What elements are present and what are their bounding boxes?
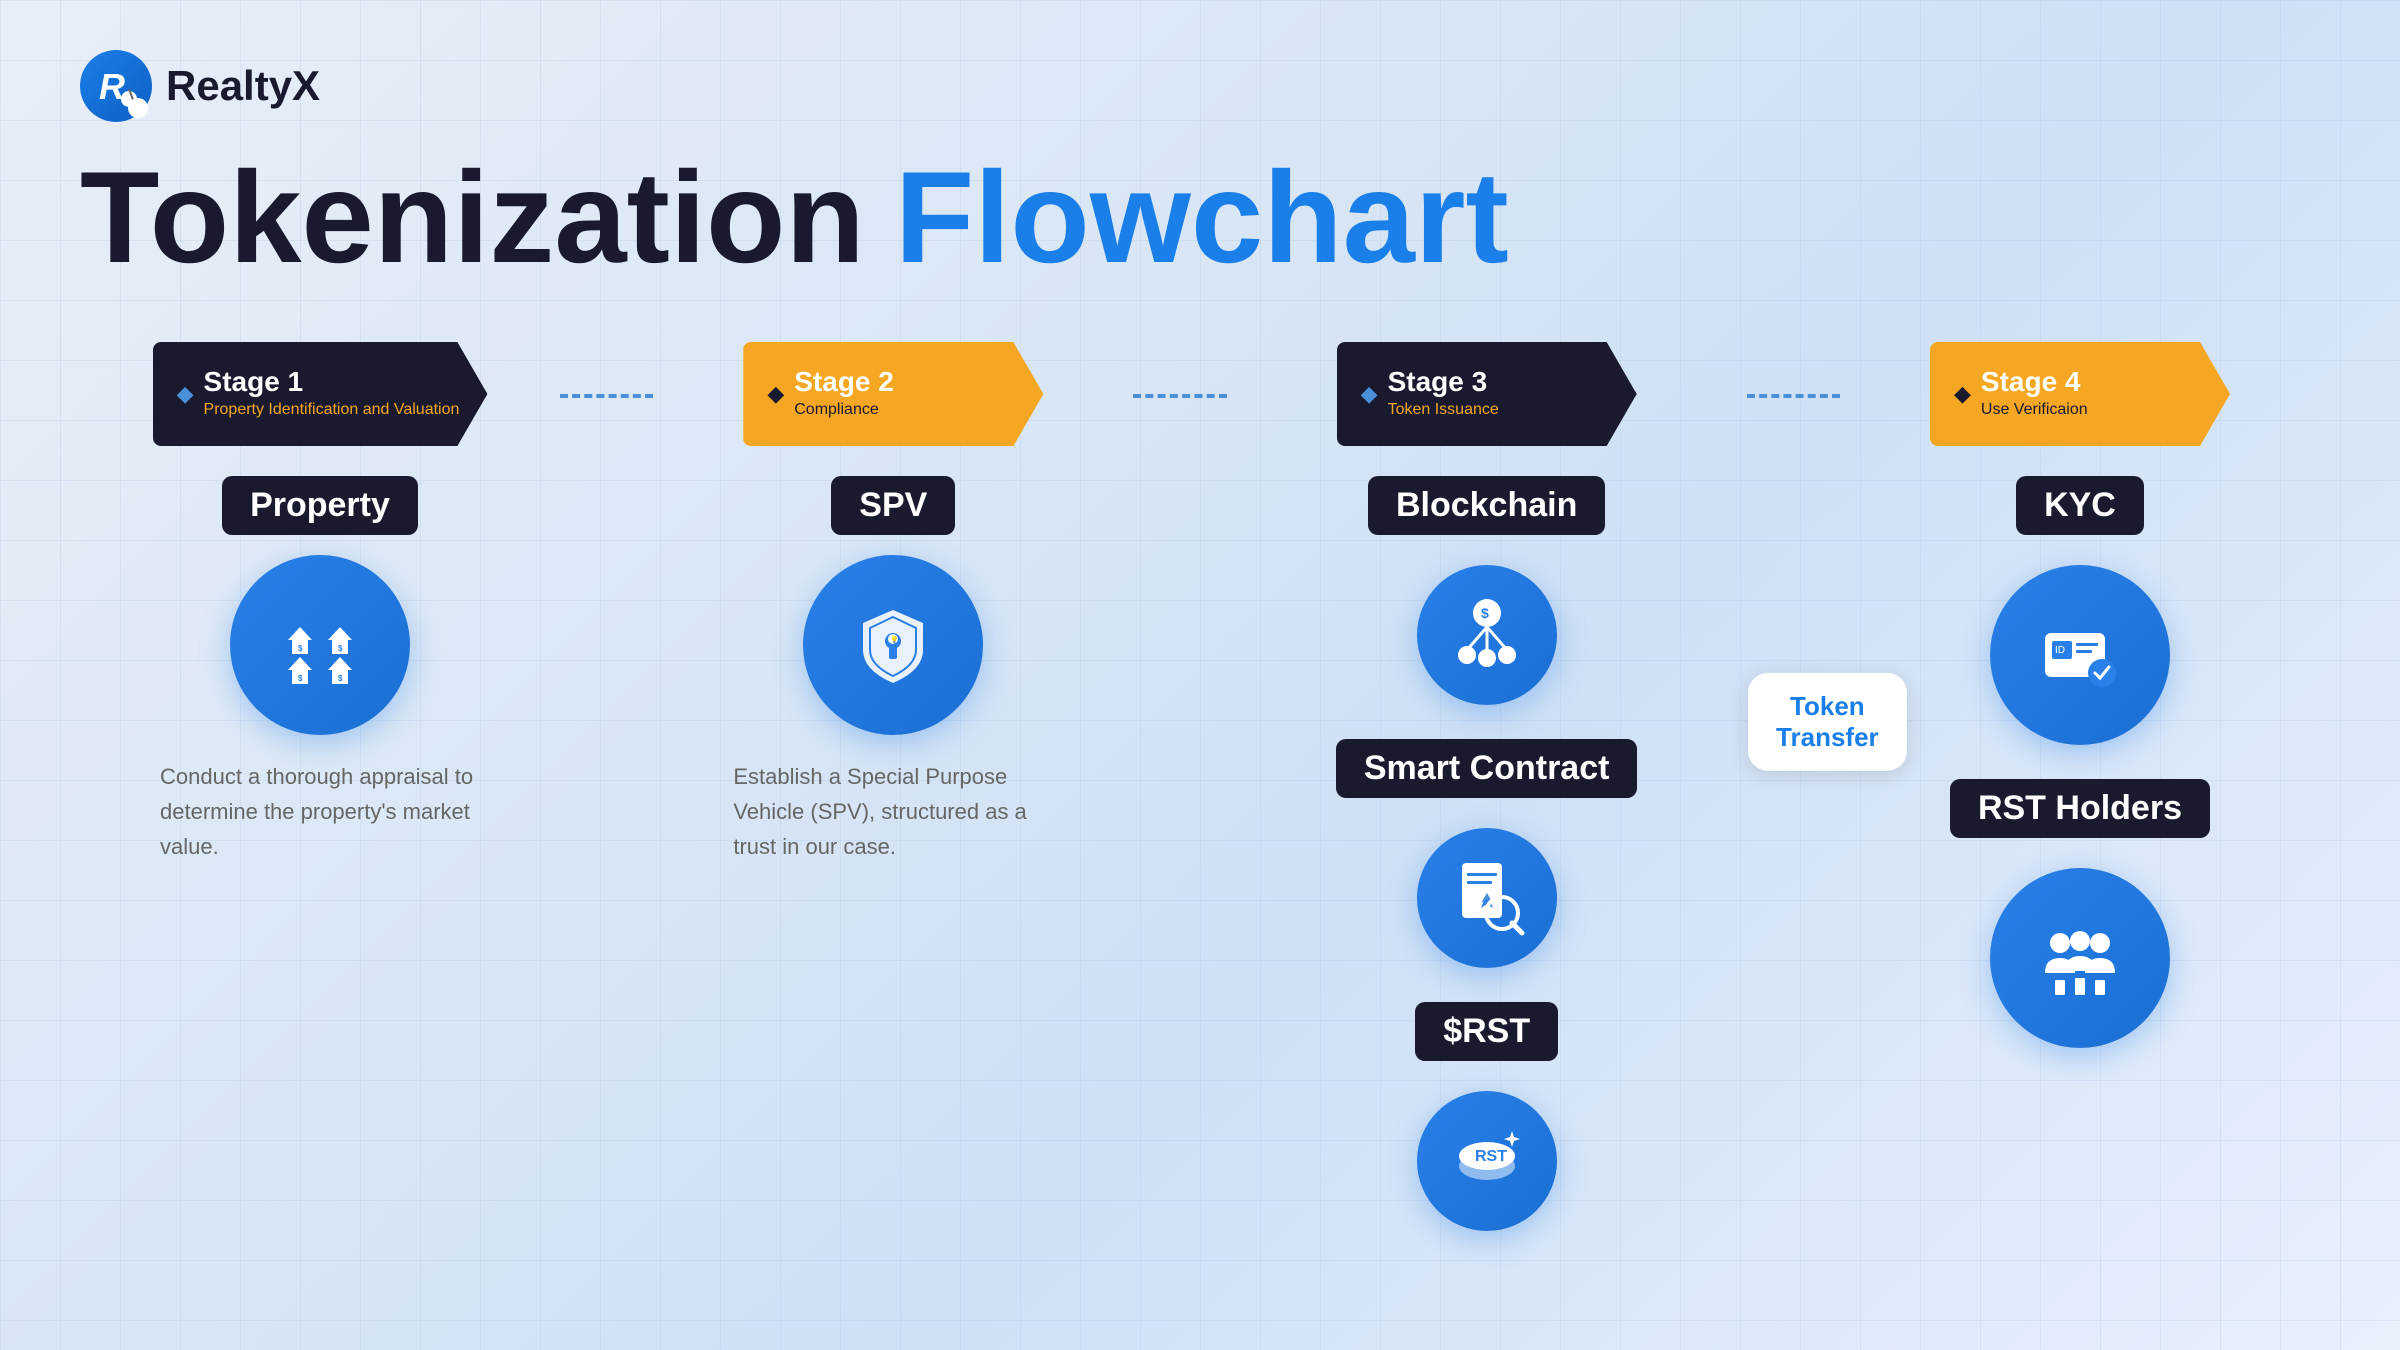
stage2-diamond: ◆ — [767, 381, 784, 407]
stage2-desc: Establish a Special Purpose Vehicle (SPV… — [733, 759, 1053, 865]
logo-icon: R — [80, 50, 152, 122]
stage1-desc: Conduct a thorough appraisal to determin… — [160, 759, 480, 865]
stage3-smartcontract-icon — [1417, 828, 1557, 968]
stage3-blockchain-icon: $ — [1417, 565, 1557, 705]
stage1-badge: ◆ Stage 1 Property Identification and Va… — [153, 342, 488, 446]
stage4-rst-holders-label: RST Holders — [1950, 779, 2210, 838]
stage1-badge-content: Stage 1 Property Identification and Valu… — [204, 368, 460, 419]
stage1-item-label: Property — [222, 476, 418, 535]
stage3-blockchain-label: Blockchain — [1368, 476, 1605, 535]
svg-text:💡: 💡 — [890, 635, 899, 644]
stage1-col: ◆ Stage 1 Property Identification and Va… — [80, 342, 560, 865]
stage1-num: Stage 1 — [204, 368, 460, 396]
stage3-badge-wrapper: ◆ Stage 3 Token Issuance — [1337, 342, 1637, 446]
token-transfer-text: Token Transfer — [1776, 691, 1879, 753]
stage3-items: Blockchain $ Smart Contrac — [1336, 476, 1638, 1255]
stage3-col: ◆ Stage 3 Token Issuance Blockchain $ — [1227, 342, 1747, 1255]
stage2-icon: 💡 — [803, 555, 983, 735]
stage4-sub: Use Verificaion — [1981, 400, 2088, 419]
page: R RealtyX Tokenization Flowchart ◆ Stage… — [0, 0, 2400, 1350]
stage4-kyc-label: KYC — [2016, 476, 2144, 535]
connector3 — [1747, 394, 1840, 398]
stage4-badge-content: Stage 4 Use Verificaion — [1981, 368, 2088, 419]
stage3-diamond: ◆ — [1361, 381, 1378, 407]
stage4-diamond: ◆ — [1954, 381, 1971, 407]
stage2-sub: Compliance — [794, 400, 894, 419]
stage4-items: KYC ID RST Holders — [1950, 476, 2210, 1072]
stage4-col: ◆ Stage 4 Use Verificaion KYC ID — [1840, 342, 2320, 1072]
stage4-rst-holders-icon — [1990, 868, 2170, 1048]
svg-text:R: R — [99, 66, 125, 107]
stage3-smartcontract-label: Smart Contract — [1336, 739, 1638, 798]
svg-text:$: $ — [298, 644, 303, 653]
token-transfer-bubble: Token Transfer — [1748, 673, 1907, 771]
svg-text:RST: RST — [1475, 1148, 1507, 1165]
stage3-num: Stage 3 — [1388, 368, 1499, 396]
stage1-badge-wrapper: ◆ Stage 1 Property Identification and Va… — [153, 342, 488, 446]
stage2-badge: ◆ Stage 2 Compliance — [743, 342, 1043, 446]
stage2-col: ◆ Stage 2 Compliance SPV — [653, 342, 1133, 865]
stage3-badge-content: Stage 3 Token Issuance — [1388, 368, 1499, 419]
svg-text:ID: ID — [2055, 645, 2065, 656]
stage2-item-label: SPV — [831, 476, 955, 535]
svg-text:$: $ — [338, 644, 343, 653]
logo-name: RealtyX — [166, 62, 320, 110]
stage3-rst-label: $RST — [1415, 1002, 1558, 1061]
stage3-rst-icon: RST — [1417, 1091, 1557, 1231]
connector1 — [560, 394, 653, 398]
title-part1: Tokenization — [80, 152, 865, 282]
title-part2: Flowchart — [895, 152, 1509, 282]
logo: R RealtyX — [80, 50, 2320, 122]
stage4-num: Stage 4 — [1981, 368, 2088, 396]
stage1-icon: $ $ $ $ — [230, 555, 410, 735]
flowchart: ◆ Stage 1 Property Identification and Va… — [80, 342, 2320, 1255]
stage1-sub: Property Identification and Valuation — [204, 400, 460, 419]
svg-text:$: $ — [338, 674, 343, 683]
stage2-num: Stage 2 — [794, 368, 894, 396]
stage3-badge: ◆ Stage 3 Token Issuance — [1337, 342, 1637, 446]
stage2-badge-content: Stage 2 Compliance — [794, 368, 894, 419]
stage4-badge-wrapper: ◆ Stage 4 Use Verificaion — [1930, 342, 2230, 446]
main-title: Tokenization Flowchart — [80, 152, 2320, 282]
stage1-diamond: ◆ — [177, 381, 194, 407]
stage4-kyc-icon: ID — [1990, 565, 2170, 745]
stage4-badge: ◆ Stage 4 Use Verificaion — [1930, 342, 2230, 446]
svg-text:$: $ — [1481, 605, 1489, 621]
svg-text:$: $ — [298, 674, 303, 683]
stage3-sub: Token Issuance — [1388, 400, 1499, 419]
connector2 — [1133, 394, 1226, 398]
stage2-badge-wrapper: ◆ Stage 2 Compliance — [743, 342, 1043, 446]
